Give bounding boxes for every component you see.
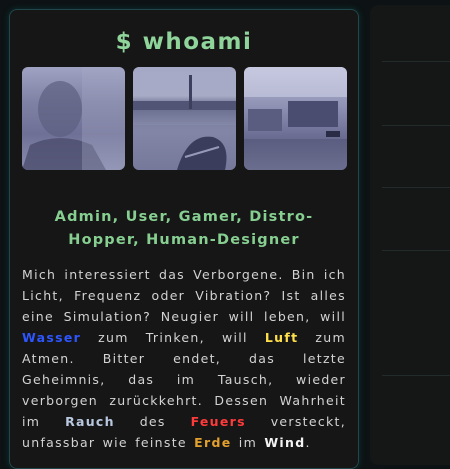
desk-setup-photo-image — [244, 67, 347, 170]
bio-text-part: . — [305, 435, 311, 450]
desk-setup-photo[interactable] — [244, 67, 347, 170]
roles-heading: Admin, User, Gamer, Distro-Hopper, Human… — [54, 209, 314, 248]
portrait-photo[interactable] — [22, 67, 125, 170]
side-panel — [370, 5, 450, 465]
outdoor-photo[interactable] — [133, 67, 236, 170]
bio-text-part: zum Trinken, will — [98, 330, 248, 345]
bio-text-part: des — [139, 414, 166, 429]
divider — [382, 375, 450, 376]
keyword-rauch: Rauch — [65, 414, 115, 429]
bio-text-part: Mich interessiert das Verborgene. Bin ic… — [22, 267, 346, 324]
keyword-erde: Erde — [194, 435, 232, 450]
keyword-wind: Wind — [264, 435, 306, 450]
bio-text: Mich interessiert das Verborgene. Bin ic… — [22, 264, 346, 453]
keyword-feuers: Feuers — [190, 414, 246, 429]
keyword-wasser: Wasser — [22, 330, 82, 345]
divider — [382, 125, 450, 126]
keyword-luft: Luft — [264, 330, 299, 345]
page-title: $ whoami — [115, 29, 253, 55]
portrait-photo-image — [22, 67, 125, 170]
divider — [382, 187, 450, 188]
bio-text-part: im — [238, 435, 258, 450]
outdoor-photo-image — [133, 75, 236, 170]
divider — [382, 61, 450, 62]
divider — [382, 250, 450, 251]
profile-card: $ whoami Admin, User, Gamer, Distro-Hopp… — [9, 9, 359, 469]
